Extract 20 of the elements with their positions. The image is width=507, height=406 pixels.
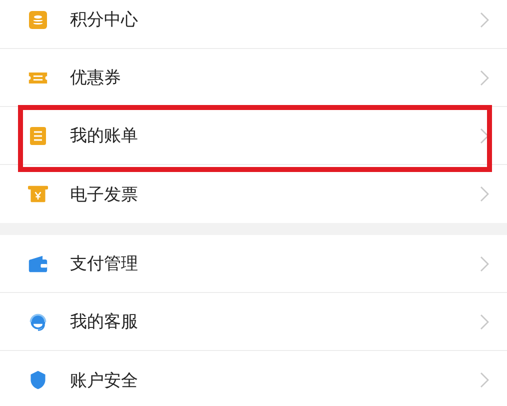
- coin-stack-icon: [28, 10, 48, 30]
- invoice-icon: [28, 184, 48, 204]
- chevron-icon: [480, 70, 489, 86]
- menu-item[interactable]: 我的账单: [0, 107, 507, 165]
- chevron-icon: [480, 256, 489, 272]
- headset-icon: [28, 312, 48, 332]
- menu-item[interactable]: 电子发票: [0, 165, 507, 223]
- chevron-icon: [480, 372, 489, 388]
- menu-item[interactable]: 支付管理: [0, 235, 507, 293]
- menu-item[interactable]: 优惠券: [0, 49, 507, 107]
- chevron-icon: [480, 128, 489, 144]
- wallet-icon: [28, 254, 48, 274]
- chevron-icon: [480, 186, 489, 202]
- menu-item[interactable]: 账户安全: [0, 351, 507, 406]
- menu-item[interactable]: 我的客服: [0, 293, 507, 351]
- shield-icon: [28, 370, 48, 390]
- document-icon: [28, 126, 48, 146]
- menu-item[interactable]: 积分中心: [0, 0, 507, 49]
- chevron-icon: [480, 314, 489, 330]
- chevron-icon: [480, 12, 489, 28]
